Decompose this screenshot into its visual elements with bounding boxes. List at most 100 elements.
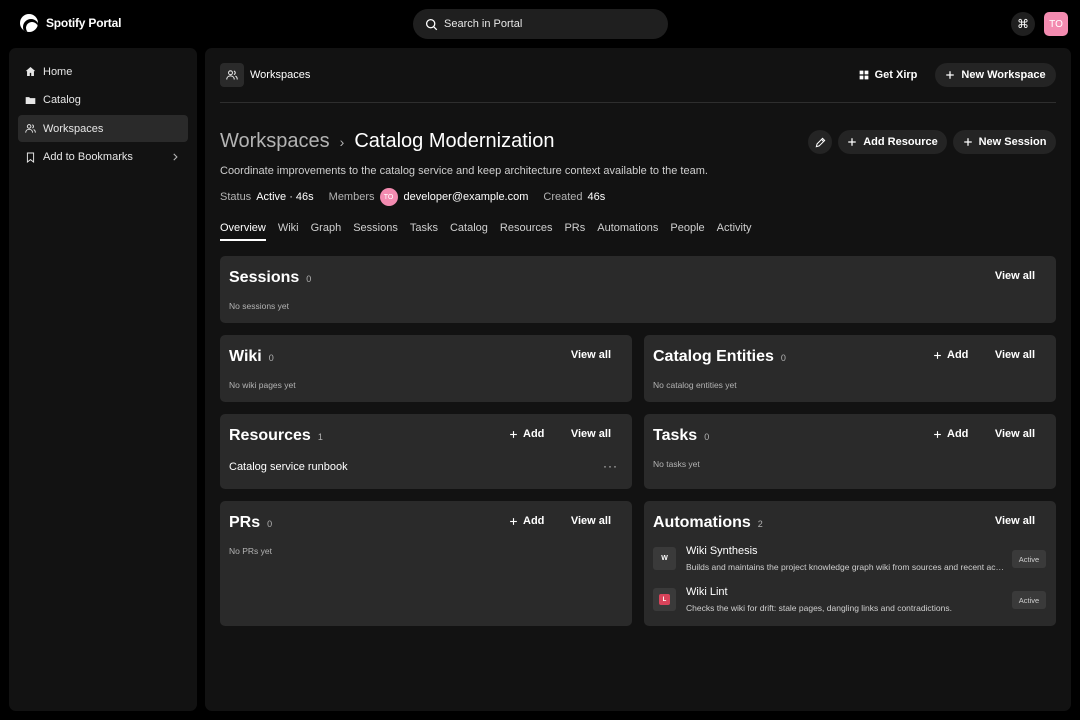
tasks-add-button[interactable]: Add	[933, 428, 968, 440]
resources-card: Resources 1 Add View all Catalog service…	[220, 414, 632, 489]
tab-resources[interactable]: Resources	[500, 222, 553, 241]
card-count: 0	[780, 353, 786, 363]
sidebar-item-workspaces[interactable]: Workspaces	[18, 115, 188, 142]
empty-state: No tasks yet	[653, 459, 700, 469]
workspace-description: Coordinate improvements to the catalog s…	[220, 165, 708, 177]
card-title-text: PRs	[229, 514, 261, 531]
plus-icon	[963, 138, 972, 146]
automation-badge: L	[653, 588, 676, 611]
sessions-card: Sessions 0 View all No sessions yet	[220, 256, 1056, 323]
card-title-text: Automations	[653, 514, 751, 531]
sidebar-item-label: Add to Bookmarks	[43, 151, 133, 163]
card-count: 2	[757, 519, 763, 529]
section-title: Workspaces	[250, 69, 311, 81]
chevron-right-icon: ›	[339, 133, 345, 150]
empty-state: No catalog entities yet	[653, 380, 737, 390]
search-input[interactable]: Search in Portal	[413, 9, 668, 39]
tasks-view-all-button[interactable]: View all	[995, 428, 1035, 440]
created-label: Created	[543, 191, 583, 203]
new-session-button[interactable]: New Session	[953, 130, 1056, 154]
wiki-view-all-button[interactable]: View all	[571, 349, 611, 361]
prs-view-all-button[interactable]: View all	[571, 515, 611, 527]
new-workspace-button[interactable]: New Workspace	[935, 63, 1056, 87]
add-label: Add	[947, 428, 969, 440]
empty-state: No PRs yet	[229, 546, 272, 556]
catalog-add-button[interactable]: Add	[933, 349, 968, 361]
breadcrumb-workspaces[interactable]: Workspaces	[220, 130, 330, 153]
automation-badge: W	[653, 547, 676, 570]
sidebar-item-label: Workspaces	[43, 122, 104, 135]
plus-icon	[510, 430, 517, 438]
member-avatar[interactable]: TO	[379, 188, 398, 206]
add-resource-button[interactable]: Add Resource	[838, 130, 947, 154]
status-badge: Active	[1012, 550, 1046, 568]
command-icon: ⌘	[1017, 17, 1029, 31]
status-badge: Active	[1012, 591, 1046, 609]
resource-item-link[interactable]: Catalog service runbook	[229, 461, 348, 473]
tab-activity[interactable]: Activity	[717, 222, 752, 241]
card-title: Automations 2	[653, 514, 763, 532]
card-count: 0	[268, 353, 274, 363]
automations-card: Automations 2 View all W Wiki Synthesis …	[644, 501, 1056, 626]
sidebar-item-home[interactable]: Home	[18, 58, 188, 85]
status-value: Active · 46s	[256, 191, 314, 203]
card-title-text: Sessions	[229, 269, 300, 286]
card-title: Tasks 0	[653, 427, 709, 445]
tab-sessions[interactable]: Sessions	[353, 222, 398, 241]
top-bar: Spotify Portal Search in Portal ⌘ TO	[0, 0, 1080, 48]
automation-badge-letter: L	[659, 594, 670, 605]
workspace-meta: Status Active · 46s Members TO developer…	[220, 188, 620, 206]
automation-item[interactable]: L Wiki Lint Checks the wiki for drift: s…	[653, 586, 1046, 616]
new-session-label: New Session	[978, 136, 1047, 148]
section-header: Workspaces	[220, 63, 310, 87]
search-placeholder: Search in Portal	[444, 18, 523, 30]
automations-view-all-button[interactable]: View all	[995, 515, 1035, 527]
catalog-view-all-button[interactable]: View all	[995, 349, 1035, 361]
sidebar-item-label: Catalog	[43, 94, 81, 106]
edit-button[interactable]	[808, 130, 832, 154]
created-value: 46s	[587, 191, 606, 203]
app-logo[interactable]: Spotify Portal	[20, 14, 121, 32]
card-title-text: Catalog Entities	[653, 348, 774, 365]
tab-catalog[interactable]: Catalog	[450, 222, 488, 241]
automation-item[interactable]: W Wiki Synthesis Builds and maintains th…	[653, 545, 1046, 575]
app-name: Spotify Portal	[46, 16, 122, 30]
tab-bar: Overview Wiki Graph Sessions Tasks Catal…	[220, 222, 752, 241]
sessions-view-all-button[interactable]: View all	[995, 270, 1035, 282]
wiki-card: Wiki 0 View all No wiki pages yet	[220, 335, 632, 402]
empty-state: No sessions yet	[229, 301, 289, 311]
workspaces-icon-box	[220, 63, 244, 87]
automation-description: Checks the wiki for drift: stale pages, …	[686, 603, 952, 613]
grid-icon	[859, 70, 868, 80]
tab-graph[interactable]: Graph	[311, 222, 342, 241]
resources-view-all-button[interactable]: View all	[571, 428, 611, 440]
tab-wiki[interactable]: Wiki	[278, 222, 299, 241]
get-xirp-button[interactable]: Get Xirp	[853, 63, 923, 87]
people-icon	[226, 70, 238, 80]
prs-add-button[interactable]: Add	[509, 515, 544, 527]
plus-icon	[946, 71, 955, 79]
more-options-icon[interactable]: ···	[603, 459, 618, 473]
add-resource-label: Add Resource	[863, 136, 938, 148]
tab-tasks[interactable]: Tasks	[410, 222, 438, 241]
tab-overview[interactable]: Overview	[220, 222, 266, 241]
divider	[220, 102, 1056, 103]
user-avatar[interactable]: TO	[1044, 12, 1068, 36]
card-title-text: Wiki	[229, 348, 262, 365]
tab-people[interactable]: People	[670, 222, 704, 241]
card-count: 0	[306, 274, 312, 284]
plus-icon	[510, 517, 517, 525]
add-label: Add	[947, 349, 969, 361]
pencil-icon	[815, 137, 825, 147]
page-title: Catalog Modernization	[354, 130, 555, 152]
resources-add-button[interactable]: Add	[509, 428, 544, 440]
tab-automations[interactable]: Automations	[597, 222, 658, 241]
tab-prs[interactable]: PRs	[564, 222, 585, 241]
sidebar-item-catalog[interactable]: Catalog	[18, 87, 188, 114]
status-label: Status	[220, 191, 252, 203]
bookmark-icon	[26, 152, 35, 163]
sidebar-item-bookmarks[interactable]: Add to Bookmarks	[18, 144, 188, 171]
member-email: developer@example.com	[403, 191, 529, 203]
members-label: Members	[328, 191, 375, 203]
command-button[interactable]: ⌘	[1011, 12, 1035, 36]
